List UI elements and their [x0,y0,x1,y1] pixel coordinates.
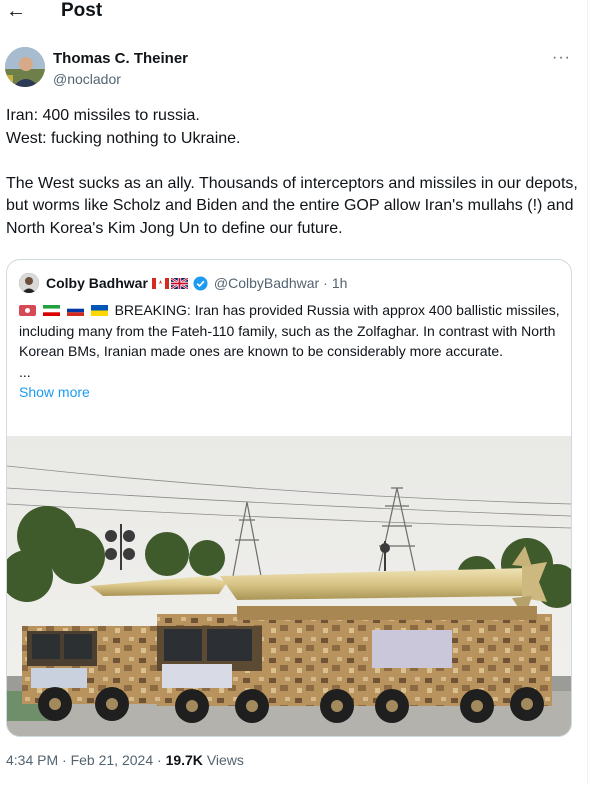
quoted-post-time[interactable]: 1h [332,275,348,291]
ellipsis: ... [19,363,31,380]
verified-badge-icon [193,275,208,291]
post-meta: 4:34 PM · Feb 21, 2024 · 19.7K Views [6,752,244,768]
quoted-avatar[interactable] [19,273,39,293]
quoted-post[interactable]: Colby Badhwar @ColbyBadhwar · 1h BREAKIN… [6,259,572,737]
more-horizontal-icon[interactable]: ··· [552,49,571,67]
missile-launcher-photo[interactable] [7,436,571,736]
meta-separator: · [62,752,67,768]
iran-map-flag-icon [19,305,36,316]
show-more-link[interactable]: Show more [19,382,564,403]
author-name[interactable]: Thomas C. Theiner [53,50,188,67]
author-handle[interactable]: @noclador [53,71,121,87]
views-count: 19.7K [165,752,203,768]
post-text: Iran: 400 missiles to russia. West: fuck… [6,105,581,240]
views-label: Views [206,752,244,768]
post-line: Iran: 400 missiles to russia. [6,107,200,124]
quoted-author-handle[interactable]: @ColbyBadhwar [214,275,319,291]
russia-flag-icon [66,305,84,316]
meta-separator: · [157,752,162,768]
quoted-author-name[interactable]: Colby Badhwar [46,275,148,291]
top-bar: ← Post [0,0,590,28]
column-divider [587,0,588,785]
quoted-post-header: Colby Badhwar @ColbyBadhwar · 1h [19,272,347,294]
post-date[interactable]: Feb 21, 2024 [71,752,154,768]
quoted-post-text: BREAKING: Iran has provided Russia with … [19,300,564,403]
post-line: The West sucks as an ally. Thousands of … [6,174,578,237]
iran-flag-icon [42,305,60,316]
meta-separator: · [323,275,328,291]
page-title: Post [61,0,103,21]
ukraine-flag-icon [90,305,108,316]
avatar[interactable] [5,47,45,87]
post-time[interactable]: 4:34 PM [6,752,58,768]
post-line: West: fucking nothing to Ukraine. [6,129,241,147]
arrow-left-icon[interactable]: ← [6,0,26,23]
uk-flag-icon [170,277,188,289]
canada-flag-icon [151,277,169,289]
